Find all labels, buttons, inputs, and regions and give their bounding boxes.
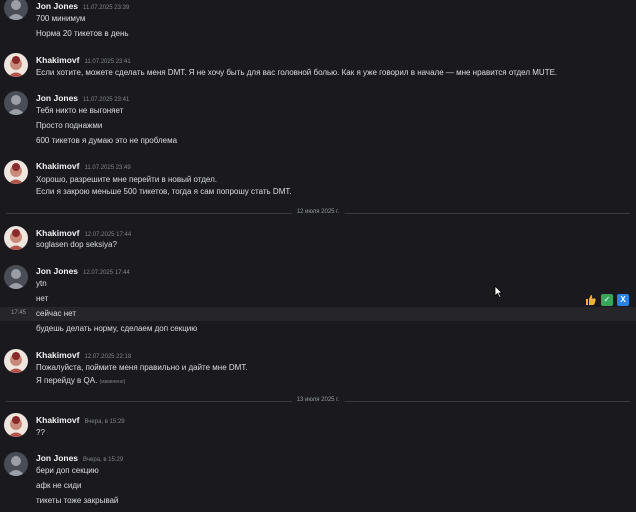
thumbs-up-icon[interactable] (585, 294, 597, 306)
message-timestamp: 11.07.2025 23:39 (83, 5, 130, 11)
message-text: Хорошо, разрешите мне перейти в новый от… (36, 175, 217, 184)
message-author[interactable]: Khakimovf Вчера, в 15:29 (36, 415, 125, 425)
avatar-jon-jones[interactable] (4, 265, 28, 289)
message-text: soglasen dop seksiya? (36, 240, 117, 249)
message-author[interactable]: Jon Jones 11.07.2025 23:41 (36, 93, 129, 103)
message-text: афк не сиди (36, 481, 82, 490)
message-text: Пожалуйста, поймите меня правильно и дай… (36, 363, 248, 372)
message-text: Если хотите, можете сделать меня DMT. Я … (36, 68, 558, 77)
message-text: 700 минимум (36, 14, 86, 23)
message-author[interactable]: Khakimovf 12.07.2025 22:18 (36, 350, 131, 360)
message-timestamp: 12.07.2025 17:44 (84, 232, 132, 238)
message-timestamp: 11.07.2025 23:49 (84, 165, 131, 171)
message-text: Если я закрою меньше 500 тикетов, тогда … (36, 187, 292, 196)
message-author[interactable]: Jon Jones 12.07.2025 17:44 (36, 266, 130, 276)
message-timestamp: 11.07.2025 23:41 (83, 97, 130, 103)
message-text: будешь делать норму, сделаем доп секцию (36, 324, 198, 333)
message-author[interactable]: Jon Jones 11.07.2025 23:39 (36, 1, 129, 11)
date-divider: 12 июля 2025 г. (6, 209, 630, 215)
message-text: Норма 20 тикетов в день (36, 29, 129, 38)
message-timestamp: 11.07.2025 23:41 (84, 59, 131, 65)
avatar-jon-jones[interactable] (4, 452, 28, 476)
message-text: сейчас нет (36, 309, 77, 318)
message-text: Я перейду в QA. (изменено) (36, 376, 126, 385)
message-timestamp: Вчера, в 15:29 (84, 419, 125, 425)
message-text: бери доп секцию (36, 466, 99, 475)
message-author[interactable]: Khakimovf 11.07.2025 23:49 (36, 161, 131, 171)
message-text: 600 тикетов я думаю это не проблема (36, 136, 178, 145)
message-timestamp: Вчера, в 15:29 (83, 457, 124, 463)
cross-icon[interactable]: X (617, 294, 629, 306)
message-text: тикеты тоже закрывай (36, 496, 119, 505)
message-author[interactable]: Jon Jones Вчера, в 15:29 (36, 453, 123, 463)
message-text: Тебя никто не выгоняет (36, 106, 124, 115)
message-text: ytn (36, 279, 47, 288)
message-author[interactable]: Khakimovf 11.07.2025 23:41 (36, 55, 131, 65)
message-text: Просто поднажми (36, 121, 103, 130)
avatar-khakimovf[interactable] (4, 226, 28, 250)
check-icon[interactable]: ✓ (601, 294, 613, 306)
avatar-jon-jones[interactable] (4, 0, 28, 20)
message-timestamp: 12.07.2025 22:18 (84, 354, 132, 360)
message-author[interactable]: Khakimovf 12.07.2025 17:44 (36, 228, 131, 238)
avatar-khakimovf[interactable] (4, 53, 28, 77)
mouse-cursor-icon (494, 285, 503, 303)
avatar-khakimovf[interactable] (4, 349, 28, 373)
message-timestamp: 12.07.2025 17:44 (83, 270, 130, 276)
edited-label: (изменено) (99, 379, 126, 385)
hover-timestamp: 17:45 (11, 310, 27, 316)
message-text: нет (36, 294, 49, 303)
date-divider: 13 июля 2025 г. (6, 397, 630, 403)
avatar-jon-jones[interactable] (4, 91, 28, 115)
avatar-khakimovf[interactable] (4, 413, 28, 437)
message-text: ?? (36, 428, 45, 437)
avatar-khakimovf[interactable] (4, 160, 28, 184)
hovered-message-row[interactable] (0, 307, 636, 321)
